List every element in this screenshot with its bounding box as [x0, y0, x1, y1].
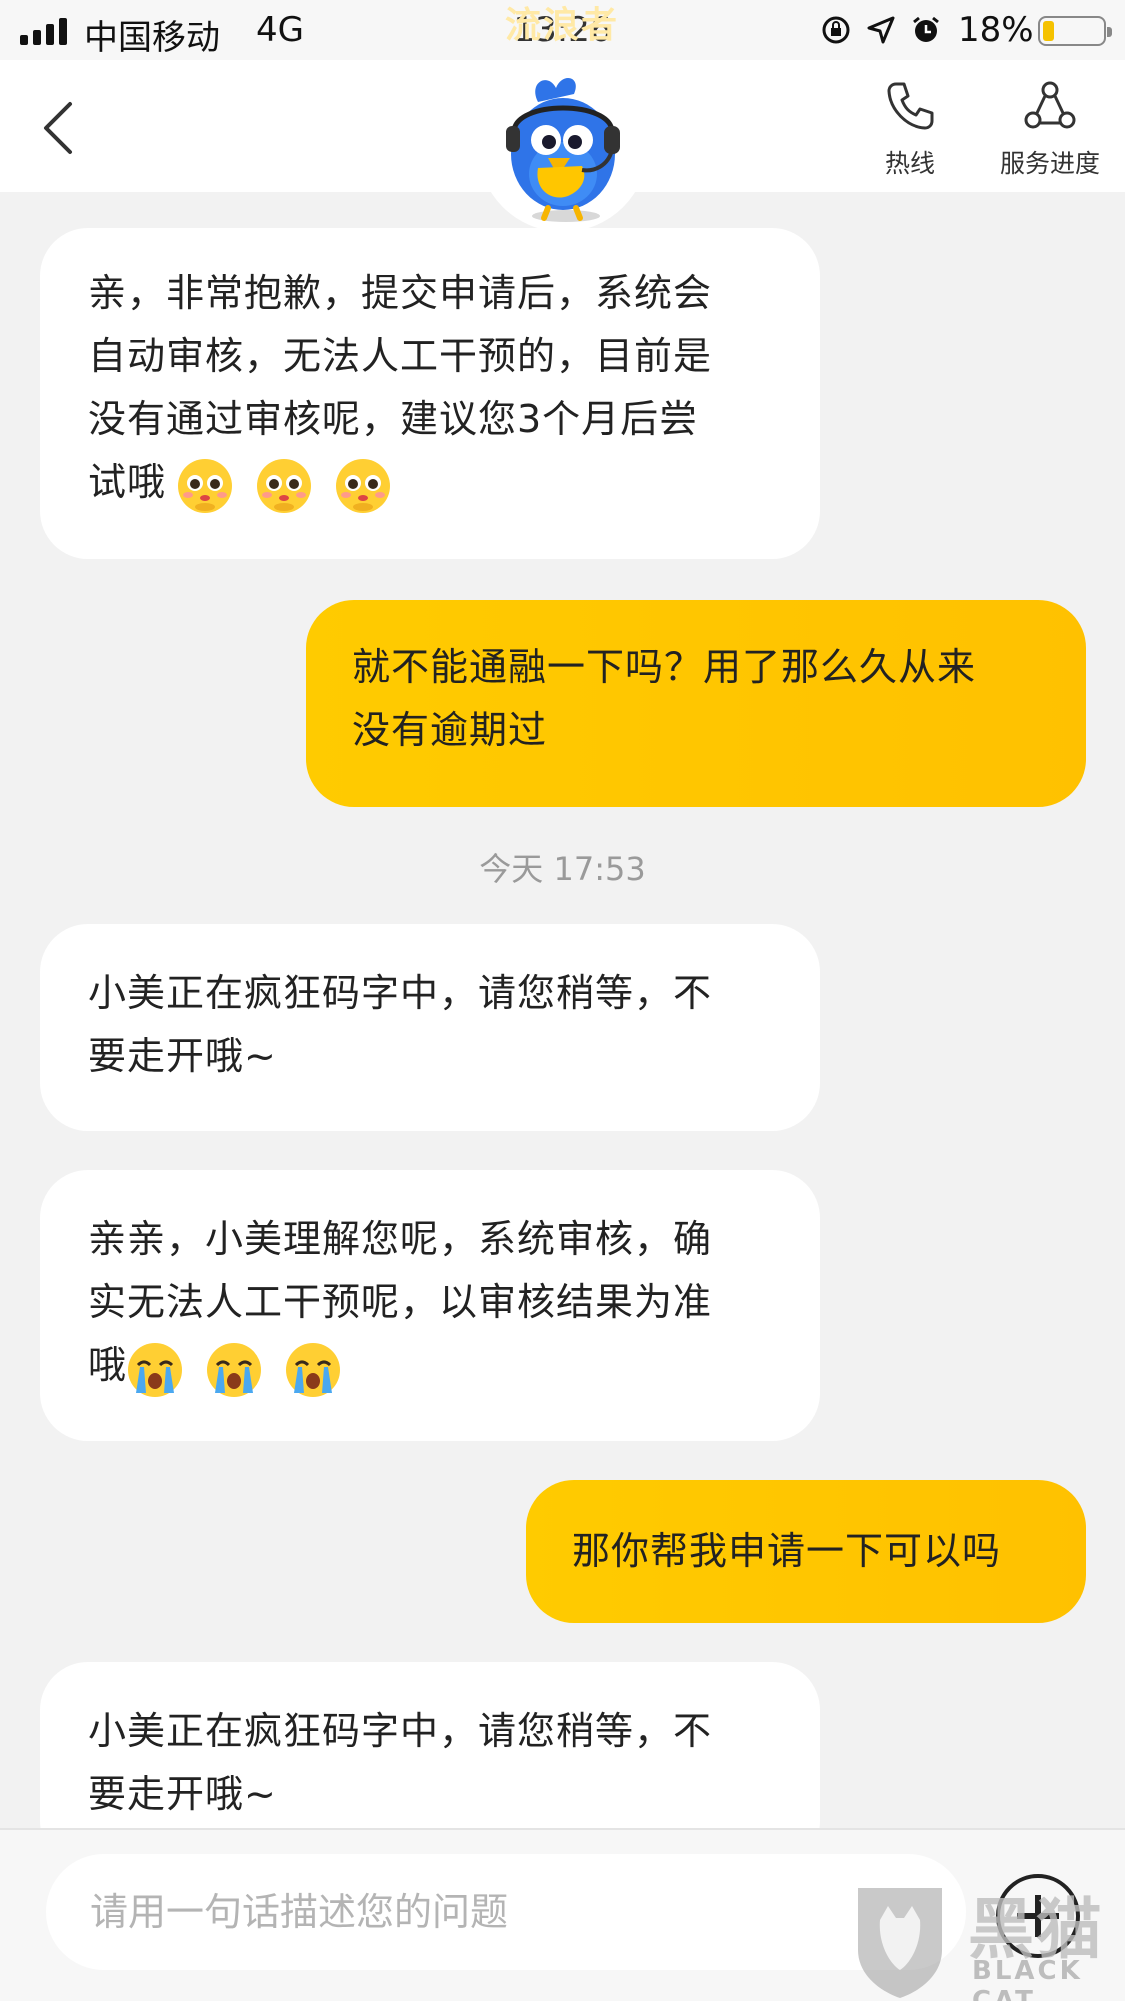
bot-message: 亲，非常抱歉，提交申请后，系统会 自动审核，无法人工干预的，目前是 没有通过审核…: [40, 228, 820, 559]
rotation-lock-icon: [822, 16, 850, 44]
phone-icon: [887, 82, 934, 130]
crying-face-icon: [207, 1342, 262, 1397]
emoji-row: [176, 452, 400, 515]
crying-face-icon: [128, 1342, 182, 1397]
process-nodes-icon: [1024, 81, 1076, 129]
message-text: 小美正在疯狂码字中，请您稍等，不 要走开哦~: [88, 971, 713, 1078]
service-progress-label: 服务进度: [999, 149, 1100, 178]
hotline-button[interactable]: 热线: [870, 78, 950, 180]
watermark-subtext: BLACK CAT: [972, 1956, 1083, 2001]
crying-face-icon: [286, 1342, 341, 1397]
bot-message: 小美正在疯狂码字中，请您稍等，不 要走开哦~: [40, 924, 820, 1131]
alarm-icon: [913, 16, 939, 42]
status-bar: 中国移动 4G 13:26 流浪者 18%: [0, 0, 1125, 60]
chevron-left-icon: [44, 102, 72, 154]
message-input[interactable]: 请用一句话描述您的问题: [46, 1854, 966, 1970]
hotline-label: 热线: [884, 149, 935, 178]
message-text: 小美正在疯狂码字中，请您稍等，不 要走开哦~: [88, 1709, 713, 1816]
signal-strength-icon: [20, 18, 67, 45]
pleading-face-icon: [257, 458, 312, 513]
back-button[interactable]: [34, 92, 84, 162]
location-icon: [867, 16, 895, 44]
chat-messages: 亲，非常抱歉，提交申请后，系统会 自动审核，无法人工干预的，目前是 没有通过审核…: [0, 192, 1125, 1828]
status-icons: [820, 14, 942, 46]
network-type: 4G: [256, 10, 304, 50]
top-watermark: 流浪者: [505, 5, 620, 46]
message-text: 那你帮我申请一下可以吗: [572, 1529, 1002, 1573]
user-message: 就不能通融一下吗？用了那么久从来 没有逾期过: [306, 600, 1086, 807]
message-text: 就不能通融一下吗？用了那么久从来 没有逾期过: [352, 645, 977, 752]
battery-percentage: 18%: [958, 10, 1034, 50]
battery-icon: [1038, 16, 1112, 46]
pleading-face-icon: [178, 458, 232, 513]
bot-message: 小美正在疯狂码字中，请您稍等，不 要走开哦~: [40, 1662, 820, 1828]
service-progress-button[interactable]: 服务进度: [990, 78, 1110, 180]
user-message: 那你帮我申请一下可以吗: [526, 1480, 1086, 1623]
bot-message: 亲亲，小美理解您呢，系统审核，确 实无法人工干预呢，以审核结果为准 哦: [40, 1170, 820, 1441]
message-timestamp: 今天 17:53: [479, 850, 646, 888]
emoji-row: [126, 1336, 350, 1399]
pleading-face-icon: [336, 458, 391, 513]
battery-level: [1043, 21, 1054, 41]
carrier-name: 中国移动: [84, 18, 220, 58]
